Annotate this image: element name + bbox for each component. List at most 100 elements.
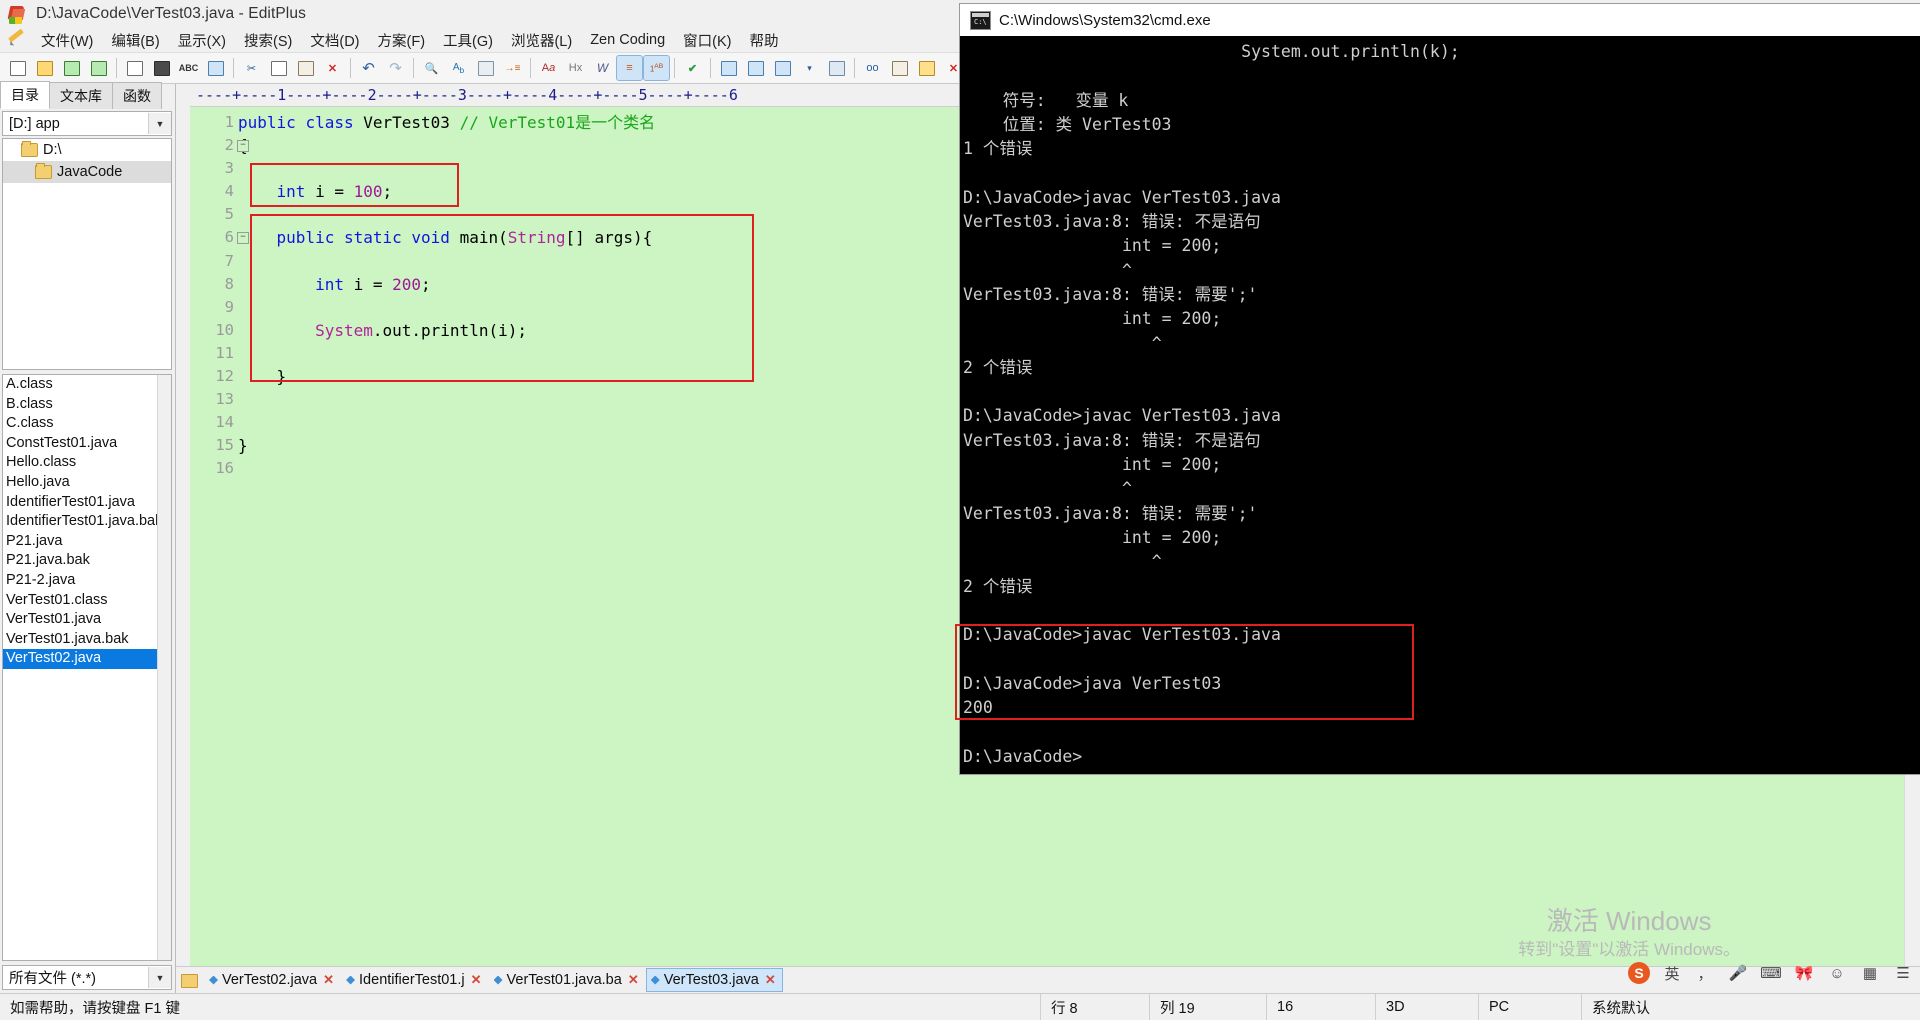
line-number: 12 xyxy=(215,367,234,386)
toolbar-separator xyxy=(674,58,675,78)
menu-item-search[interactable]: 搜索(S) xyxy=(235,28,301,53)
window-title: D:\JavaCode\VerTest03.java - EditPlus xyxy=(36,5,306,22)
menu-item-document[interactable]: 文档(D) xyxy=(301,28,368,53)
find-button[interactable]: 🔍 xyxy=(419,56,444,80)
list-item[interactable]: VerTest01.java xyxy=(3,610,171,630)
ime-punctuation-icon[interactable]: ， xyxy=(1694,963,1716,983)
fold-icon[interactable]: − xyxy=(237,140,249,153)
bowtie-icon[interactable]: 🎀 xyxy=(1793,963,1815,983)
font-button[interactable]: Aa xyxy=(536,56,561,80)
ime-chinese-icon[interactable]: 英 xyxy=(1661,963,1683,983)
spell-check-button[interactable]: ABC xyxy=(176,56,201,80)
spell-button[interactable]: ✔ xyxy=(680,56,705,80)
menu-item-window[interactable]: 窗口(K) xyxy=(674,28,740,53)
list-item[interactable]: Hello.java xyxy=(3,473,171,493)
split-view-button[interactable] xyxy=(743,56,768,80)
preview-browser-button[interactable] xyxy=(716,56,741,80)
list-item[interactable]: VerTest01.java.bak xyxy=(3,630,171,650)
more-tools-button[interactable] xyxy=(770,56,795,80)
list-item[interactable]: ConstTest01.java xyxy=(3,434,171,454)
tab-function[interactable]: 函数 xyxy=(112,82,162,109)
line-number: 16 xyxy=(215,459,234,478)
keyboard-icon[interactable]: ⌨ xyxy=(1760,963,1782,983)
toolbox-icon[interactable]: ▦ xyxy=(1859,963,1881,983)
dropdown-button[interactable]: ▾ xyxy=(797,56,822,80)
menu-item-tools[interactable]: 工具(G) xyxy=(434,28,502,53)
microphone-icon[interactable]: 🎤 xyxy=(1727,963,1749,983)
undo-button[interactable]: ↶ xyxy=(356,56,381,80)
redo-button[interactable]: ↷ xyxy=(383,56,408,80)
paste-button[interactable] xyxy=(293,56,318,80)
cmd-window[interactable]: C:\ C:\Windows\System32\cmd.exe System.o… xyxy=(955,4,1920,774)
tab-directory[interactable]: 目录 xyxy=(0,81,50,109)
close-icon[interactable]: ✕ xyxy=(471,972,482,988)
new-file-button[interactable] xyxy=(5,56,30,80)
menu-item-view[interactable]: 显示(X) xyxy=(169,28,235,53)
drive-select-value: [D:] app xyxy=(9,115,60,132)
preview-button[interactable] xyxy=(203,56,228,80)
delete-button[interactable]: ✕ xyxy=(320,56,345,80)
list-item[interactable]: P21.java.bak xyxy=(3,551,171,571)
menu-item-edit[interactable]: 编辑(B) xyxy=(102,28,168,53)
save-all-button[interactable] xyxy=(86,56,111,80)
close-icon[interactable]: ✕ xyxy=(765,972,776,988)
macro-list-button[interactable] xyxy=(887,56,912,80)
goto-line-button[interactable]: →≡ xyxy=(500,56,525,80)
chevron-down-icon[interactable]: ▼ xyxy=(148,967,171,988)
list-item[interactable]: P21-2.java xyxy=(3,571,171,591)
page-setup-button[interactable] xyxy=(122,56,147,80)
hex-view-button[interactable]: Hx xyxy=(563,56,588,80)
list-item[interactable]: IdentifierTest01.java.bak xyxy=(3,512,171,532)
list-item[interactable]: P21.java xyxy=(3,532,171,552)
tree-item-root[interactable]: D:\ xyxy=(3,139,171,161)
file-tab-vertest01-bak[interactable]: VerTest01.java.ba ✕ xyxy=(489,968,646,992)
cmd-console-output[interactable]: System.out.println(k); 符号: 变量 k 位置: 类 Ve… xyxy=(960,36,1920,774)
list-item[interactable]: C.class xyxy=(3,414,171,434)
macro-record-button[interactable]: oo xyxy=(860,56,885,80)
fold-icon[interactable]: − xyxy=(237,232,249,245)
emoji-icon[interactable]: ☺ xyxy=(1826,963,1848,983)
chevron-down-icon[interactable]: ▼ xyxy=(148,113,171,134)
list-item[interactable]: VerTest01.class xyxy=(3,591,171,611)
word-wrap-button[interactable]: W xyxy=(590,56,615,80)
menu-item-file[interactable]: 文件(W) xyxy=(32,28,102,53)
line-numbers-button[interactable]: 1AB xyxy=(643,55,670,81)
sogou-pinyin-icon[interactable]: S xyxy=(1628,962,1650,984)
clipboard-button[interactable] xyxy=(914,56,939,80)
open-file-button[interactable] xyxy=(32,56,57,80)
drive-select[interactable]: [D:] app ▼ xyxy=(2,111,172,136)
list-item[interactable]: A.class xyxy=(3,375,171,395)
copy-button[interactable] xyxy=(266,56,291,80)
file-tab-vertest03[interactable]: VerTest03.java ✕ xyxy=(645,968,783,992)
tree-item-javacode[interactable]: JavaCode xyxy=(3,161,171,183)
file-tab-label: VerTest03.java xyxy=(663,972,759,988)
check-tool-button[interactable] xyxy=(824,56,849,80)
cut-button[interactable]: ✂ xyxy=(239,56,264,80)
menu-item-zencoding[interactable]: Zen Coding xyxy=(581,30,674,50)
menu-item-browser[interactable]: 浏览器(L) xyxy=(502,28,581,53)
status-selection: 16 xyxy=(1266,994,1375,1020)
find-in-files-button[interactable] xyxy=(473,56,498,80)
tab-cliptext[interactable]: 文本库 xyxy=(49,82,113,109)
replace-button[interactable]: Ab xyxy=(446,56,471,80)
list-item-selected[interactable]: VerTest02.java xyxy=(3,649,171,669)
print-button[interactable] xyxy=(149,56,174,80)
list-item[interactable]: B.class xyxy=(3,395,171,415)
file-list-scrollbar[interactable] xyxy=(157,375,171,960)
left-panel-tabs: 目录 文本库 函数 xyxy=(0,81,175,109)
menu-item-help[interactable]: 帮助 xyxy=(741,28,788,53)
menu-icon[interactable]: ☰ xyxy=(1892,963,1914,983)
file-tab-label: VerTest02.java xyxy=(222,972,318,988)
list-item[interactable]: IdentifierTest01.java xyxy=(3,493,171,513)
file-list[interactable]: A.class B.class C.class ConstTest01.java… xyxy=(2,374,172,961)
close-icon[interactable]: ✕ xyxy=(323,972,334,988)
file-tab-vertest02[interactable]: VerTest02.java ✕ xyxy=(204,968,341,992)
list-item[interactable]: Hello.class xyxy=(3,453,171,473)
save-file-button[interactable] xyxy=(59,56,84,80)
menu-item-project[interactable]: 方案(F) xyxy=(369,28,435,53)
close-icon[interactable]: ✕ xyxy=(628,972,639,988)
toggle-ruler-button[interactable]: ≡ xyxy=(616,55,643,81)
file-filter-select[interactable]: 所有文件 (*.*) ▼ xyxy=(2,965,172,990)
file-tab-identifiertest01[interactable]: IdentifierTest01.j ✕ xyxy=(341,968,489,992)
directory-tree[interactable]: D:\ JavaCode xyxy=(2,138,172,370)
